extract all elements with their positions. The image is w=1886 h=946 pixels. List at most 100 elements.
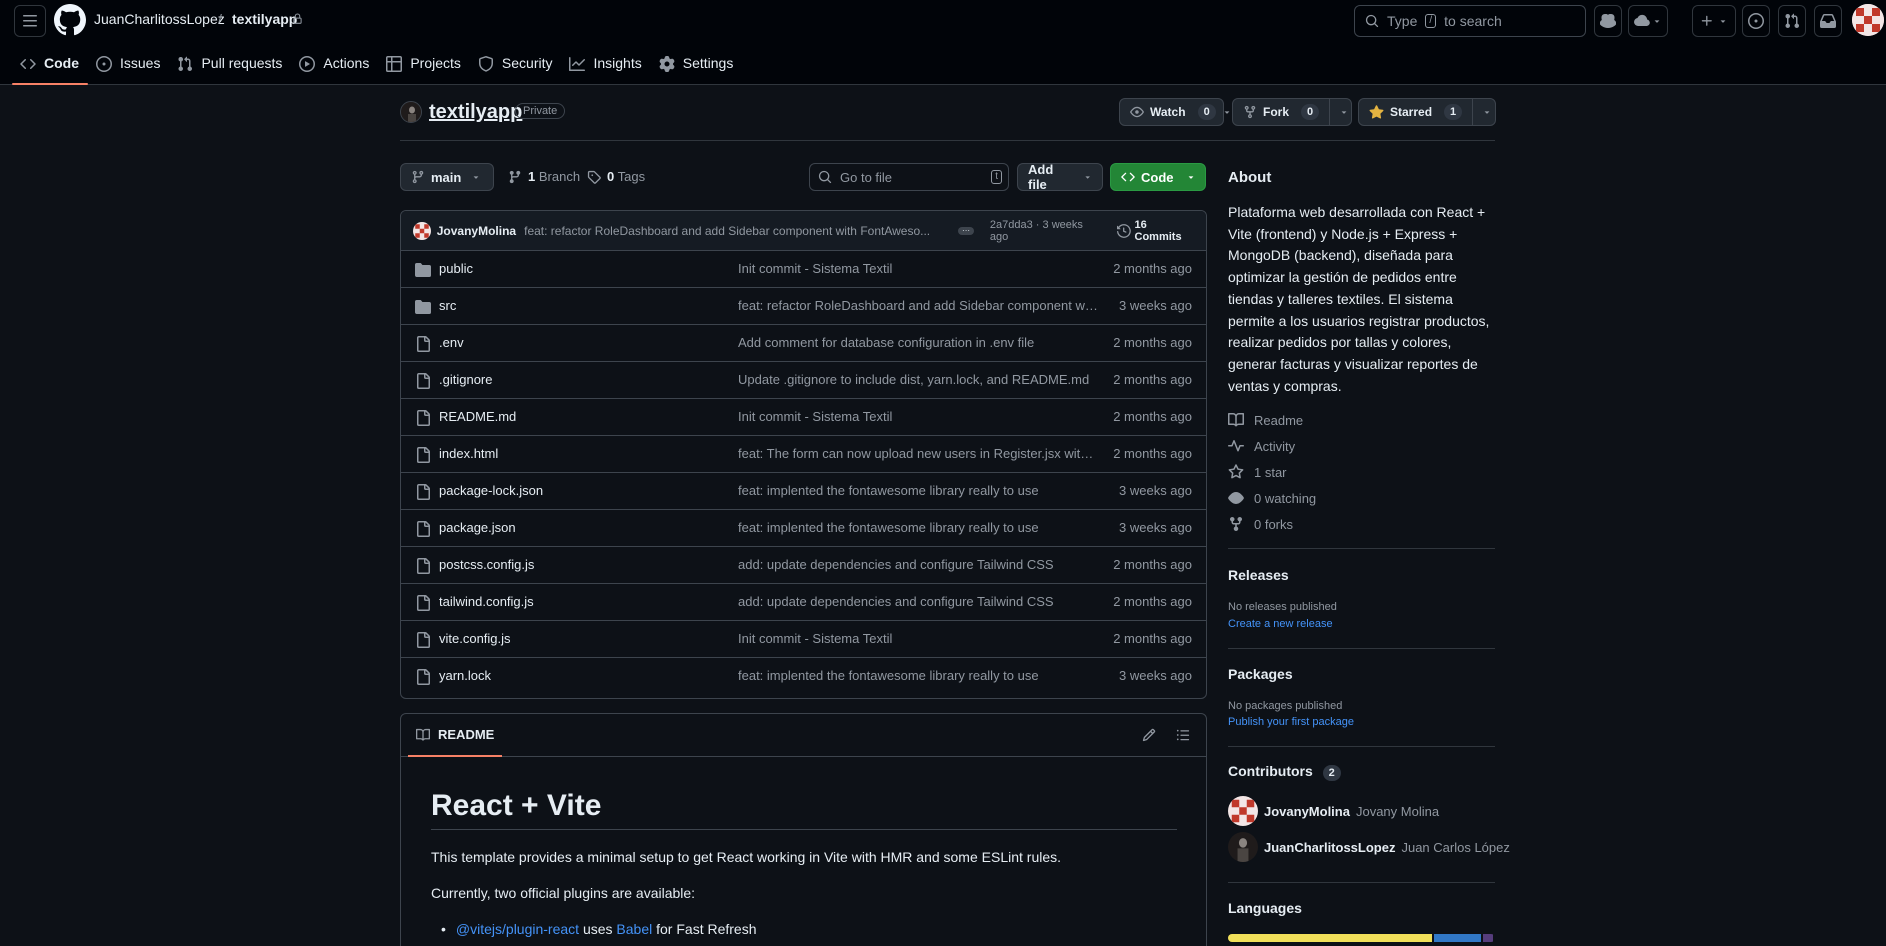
file-name[interactable]: vite.config.js (439, 631, 511, 646)
file-commit-message[interactable]: feat: implented the fontawesome library … (738, 520, 1098, 535)
breadcrumb-owner[interactable]: JuanCharlitossLopez (94, 11, 225, 27)
readme-link[interactable]: Readme (1228, 412, 1303, 428)
branches-link[interactable]: 1 Branch (508, 169, 580, 184)
search-input[interactable]: Type / to search (1354, 5, 1586, 37)
add-file-button[interactable]: Add file (1017, 162, 1103, 192)
chevron-down-icon (1341, 111, 1347, 114)
tags-link[interactable]: 0 Tags (587, 169, 645, 184)
commit-author-avatar[interactable] (413, 221, 431, 240)
branch-selector[interactable]: main (400, 163, 494, 191)
tab-insights[interactable]: Insights (561, 48, 650, 85)
star-button[interactable]: Starred 1 (1358, 98, 1496, 126)
readme-tab[interactable]: README (408, 714, 503, 757)
file-row[interactable]: vite.config.js Init commit - Sistema Text… (401, 621, 1206, 658)
issues-button[interactable] (1742, 5, 1770, 37)
file-row[interactable]: public Init commit - Sistema Textil 2 mont… (401, 251, 1206, 288)
shield-icon (478, 56, 493, 72)
github-logo-icon[interactable] (54, 4, 86, 36)
tab-security[interactable]: Security (470, 48, 562, 85)
file-commit-message[interactable]: feat: implented the fontawesome library … (738, 668, 1098, 683)
workflow-menu-button[interactable] (1628, 5, 1668, 37)
file-icon (417, 447, 430, 463)
tab-settings[interactable]: Settings (651, 48, 743, 85)
language-segment[interactable] (1228, 934, 1432, 942)
file-commit-message[interactable]: Init commit - Sistema Textil (738, 261, 1098, 276)
contributors-heading[interactable]: Contributors 2 (1228, 763, 1341, 781)
file-row[interactable]: package.json feat: implented the fontawes… (401, 510, 1206, 547)
repo-owner-avatar (400, 101, 422, 123)
code-button[interactable]: Code (1110, 163, 1206, 191)
commit-author[interactable]: JovanyMolina (437, 224, 516, 238)
fork-dropdown[interactable] (1329, 99, 1358, 125)
contributor-item[interactable]: JovanyMolina Jovany Molina (1228, 796, 1439, 826)
copilot-button[interactable] (1594, 5, 1622, 37)
pencil-icon[interactable] (1142, 728, 1156, 742)
file-name[interactable]: yarn.lock (439, 668, 491, 683)
tab-issues[interactable]: Issues (88, 48, 169, 85)
file-name[interactable]: postcss.config.js (439, 557, 534, 572)
file-commit-message[interactable]: Init commit - Sistema Textil (738, 631, 1098, 646)
file-row[interactable]: postcss.config.js add: update dependencie… (401, 547, 1206, 584)
fork-button[interactable]: Fork 0 (1232, 98, 1352, 126)
readme-paragraph: Currently, two official plugins are avai… (431, 885, 696, 901)
forks-link[interactable]: 0 forks (1228, 516, 1293, 532)
packages-heading[interactable]: Packages (1228, 666, 1293, 682)
file-commit-message[interactable]: Update .gitignore to include dist, yarn.… (738, 372, 1098, 387)
list-unordered-icon[interactable] (1176, 728, 1190, 742)
tab-projects[interactable]: Projects (378, 48, 470, 85)
watchers-link[interactable]: 0 watching (1228, 490, 1316, 506)
publish-package-link[interactable]: Publish your first package (1228, 716, 1354, 728)
menu-button[interactable] (14, 5, 46, 37)
file-name[interactable]: .env (439, 335, 464, 350)
file-name[interactable]: .gitignore (439, 372, 492, 387)
go-to-file-input[interactable]: Go to file t (809, 163, 1009, 191)
breadcrumb-repo[interactable]: textilyapp (232, 11, 297, 27)
file-name[interactable]: public (439, 261, 473, 276)
inbox-button[interactable] (1814, 5, 1842, 37)
file-row[interactable]: package-lock.json feat: implented the fon… (401, 473, 1206, 510)
file-name[interactable]: index.html (439, 446, 498, 461)
file-name[interactable]: tailwind.config.js (439, 594, 534, 609)
create-release-link[interactable]: Create a new release (1228, 618, 1333, 630)
file-commit-message[interactable]: add: update dependencies and configure T… (738, 557, 1098, 572)
file-commit-message[interactable]: add: update dependencies and configure T… (738, 594, 1098, 609)
file-commit-message[interactable]: feat: implented the fontawesome library … (738, 483, 1098, 498)
file-commit-message[interactable]: Add comment for database configuration i… (738, 335, 1098, 350)
tab-actions[interactable]: Actions (291, 48, 378, 85)
commit-message[interactable]: feat: refactor RoleDashboard and add Sid… (524, 224, 948, 238)
stars-link[interactable]: 1 star (1228, 464, 1287, 480)
activity-link[interactable]: Activity (1228, 438, 1295, 454)
file-commit-message[interactable]: Init commit - Sistema Textil (738, 409, 1098, 424)
star-dropdown[interactable] (1472, 99, 1501, 125)
releases-heading[interactable]: Releases (1228, 567, 1289, 583)
file-row[interactable]: tailwind.config.js add: update dependenci… (401, 584, 1206, 621)
file-name[interactable]: README.md (439, 409, 516, 424)
pull-requests-button[interactable] (1778, 5, 1806, 37)
file-row[interactable]: src feat: refactor RoleDashboard and add … (401, 288, 1206, 325)
file-name[interactable]: package.json (439, 520, 516, 535)
star-icon (1228, 464, 1244, 479)
watch-button[interactable]: Watch 0 (1119, 98, 1229, 126)
commit-expand-button[interactable]: ··· (958, 226, 974, 235)
file-row[interactable]: README.md Init commit - Sistema Textil 2 m… (401, 399, 1206, 436)
commit-sha-time[interactable]: 2a7dda3 · 3 weeks ago (990, 219, 1103, 243)
commits-link[interactable]: 16 Commits (1135, 219, 1197, 243)
file-name[interactable]: src (439, 298, 456, 313)
contributor-item[interactable]: JuanCharlitossLopez Juan Carlos López... (1228, 832, 1511, 862)
language-segment[interactable] (1433, 934, 1481, 942)
tab-pull-requests[interactable]: Pull requests (169, 48, 291, 85)
file-row[interactable]: .gitignore Update .gitignore to include d… (401, 362, 1206, 399)
tab-code[interactable]: Code (12, 48, 88, 85)
repo-title[interactable]: textilyapp (429, 101, 522, 124)
file-row[interactable]: .env Add comment for database configurati… (401, 325, 1206, 362)
file-commit-message[interactable]: feat: The form can now upload new users … (738, 446, 1098, 461)
file-name[interactable]: package-lock.json (439, 483, 543, 498)
user-avatar[interactable] (1852, 4, 1884, 36)
file-row[interactable]: yarn.lock feat: implented the fontawesome… (401, 658, 1206, 695)
babel-link[interactable]: Babel (616, 921, 652, 937)
create-new-button[interactable] (1692, 5, 1736, 37)
file-commit-message[interactable]: feat: refactor RoleDashboard and add Sid… (738, 298, 1098, 313)
plugin-react-link[interactable]: @vitejs/plugin-react (456, 921, 579, 937)
language-segment[interactable] (1482, 934, 1493, 942)
file-row[interactable]: index.html feat: The form can now upload … (401, 436, 1206, 473)
